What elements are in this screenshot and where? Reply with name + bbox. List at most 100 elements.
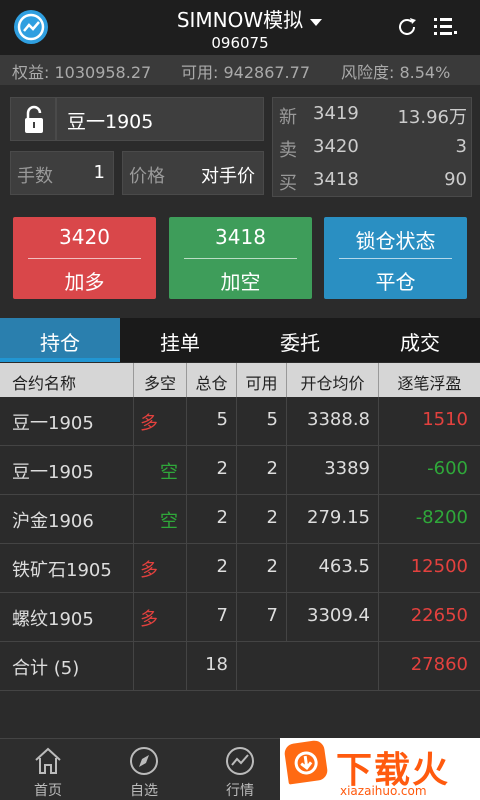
- table-cell-side: 空: [134, 446, 187, 494]
- table-row[interactable]: 豆一1905 多 5 5 3388.8 1510: [0, 397, 480, 446]
- page-title: SIMNOW模拟: [176, 8, 304, 32]
- table-cell-avg: 3389: [287, 446, 379, 494]
- quote-row-bid: 买 3418 90: [279, 166, 469, 196]
- col-side[interactable]: 多空: [134, 363, 187, 397]
- table-row[interactable]: 铁矿石1905 多 2 2 463.5 12500: [0, 544, 480, 593]
- tab-orders[interactable]: 委托: [240, 318, 360, 362]
- table-cell-total: 2: [187, 495, 237, 543]
- quote-label: 卖: [279, 140, 297, 161]
- buy-long-price: 3420: [59, 225, 110, 249]
- watermark: 下载火 xiazaihuo.com: [280, 738, 480, 800]
- table-cell-avail: 7: [237, 593, 287, 641]
- trend-logo-icon[interactable]: [14, 10, 48, 44]
- price-value: 对手价: [201, 166, 255, 187]
- table-row[interactable]: 螺纹1905 多 7 7 3309.4 22650: [0, 593, 480, 642]
- nav-watchlist-label: 自选: [130, 783, 158, 799]
- tab-pending[interactable]: 挂单: [120, 318, 240, 362]
- nav-home-label: 首页: [34, 783, 62, 799]
- table-cell-avg: 463.5: [287, 544, 379, 592]
- table-cell-name: 沪金1906: [0, 495, 134, 543]
- table-cell-avg: 3388.8: [287, 397, 379, 445]
- table-cell-avail: 2: [237, 446, 287, 494]
- nav-market-label: 行情: [226, 783, 254, 799]
- menu-list-icon[interactable]: [432, 15, 458, 39]
- table-cell-avg: 279.15: [287, 495, 379, 543]
- lock-button[interactable]: [10, 97, 56, 141]
- table-cell-side: 多: [134, 397, 187, 445]
- col-avg-price[interactable]: 开仓均价: [287, 363, 379, 397]
- risk-value: 风险度: 8.54%: [341, 63, 451, 82]
- quote-label: 买: [279, 173, 297, 194]
- watermark-logo-icon: [283, 739, 329, 785]
- nav-watchlist[interactable]: 自选: [96, 739, 192, 800]
- summary-cell-empty: [134, 642, 187, 690]
- table-cell-avail: 2: [237, 544, 287, 592]
- col-float-pnl[interactable]: 逐笔浮盈: [379, 363, 480, 397]
- quote-price: 3418: [313, 169, 359, 190]
- compass-icon: [130, 747, 158, 775]
- table-cell-name: 螺纹1905: [0, 593, 134, 641]
- nav-home[interactable]: 首页: [0, 739, 96, 800]
- quote-volume: 90: [444, 169, 467, 190]
- table-cell-avail: 2: [237, 495, 287, 543]
- table-cell-avg: 3309.4: [287, 593, 379, 641]
- available-value: 可用: 942867.77: [181, 63, 311, 82]
- nav-market[interactable]: 行情: [192, 739, 288, 800]
- summary-cell-empty: [237, 642, 379, 690]
- tab-active-indicator: [0, 358, 120, 362]
- equity-value: 权益: 1030958.27: [12, 63, 152, 82]
- table-cell-avail: 5: [237, 397, 287, 445]
- contract-input[interactable]: 豆一1905: [56, 97, 264, 141]
- chart-icon: [226, 747, 254, 775]
- summary-cell-name: 合计 (5): [0, 642, 134, 690]
- col-available[interactable]: 可用: [237, 363, 287, 397]
- account-number: 096075: [211, 34, 269, 52]
- table-row[interactable]: 沪金1906 空 2 2 279.15 -8200: [0, 495, 480, 544]
- table-cell-pnl: 22650: [410, 605, 468, 626]
- summary-cell-pnl: 27860: [410, 654, 468, 675]
- table-cell-side: 多: [134, 544, 187, 592]
- tab-bar: 持仓 挂单 委托 成交: [0, 318, 480, 362]
- quote-volume: 13.96万: [397, 107, 467, 128]
- tab-positions[interactable]: 持仓: [0, 318, 120, 362]
- buy-long-button[interactable]: 3420 加多: [13, 217, 156, 299]
- table-cell-total: 2: [187, 544, 237, 592]
- quantity-field[interactable]: 手数 1: [10, 151, 114, 195]
- account-info-bar: 权益: 1030958.27 可用: 942867.77 风险度: 8.54%: [0, 55, 480, 85]
- home-icon: [35, 747, 61, 774]
- header-bar: SIMNOW模拟 096075: [0, 0, 480, 55]
- col-contract[interactable]: 合约名称: [0, 363, 134, 397]
- table-cell-total: 2: [187, 446, 237, 494]
- col-total[interactable]: 总仓: [187, 363, 237, 397]
- sell-short-button[interactable]: 3418 加空: [169, 217, 312, 299]
- table-cell-total: 5: [187, 397, 237, 445]
- refresh-icon[interactable]: [395, 15, 419, 39]
- quote-price: 3419: [313, 103, 359, 124]
- sell-short-price: 3418: [215, 225, 266, 249]
- buy-long-label: 加多: [64, 270, 105, 294]
- account-selector[interactable]: SIMNOW模拟 096075: [150, 4, 330, 52]
- price-field[interactable]: 价格 对手价: [122, 151, 264, 195]
- table-cell-name: 豆一1905: [0, 446, 134, 494]
- quote-volume: 3: [455, 136, 467, 157]
- table-row[interactable]: 豆一1905 空 2 2 3389 -600: [0, 446, 480, 495]
- tab-trades[interactable]: 成交: [360, 318, 480, 362]
- quote-price: 3420: [313, 136, 359, 157]
- table-cell-side: 多: [134, 593, 187, 641]
- price-label: 价格: [129, 166, 165, 187]
- summary-cell-total: 18: [187, 642, 237, 690]
- close-position-button[interactable]: 锁仓状态 平仓: [324, 217, 467, 299]
- table-cell-total: 7: [187, 593, 237, 641]
- table-cell-side: 空: [134, 495, 187, 543]
- watermark-url: xiazaihuo.com: [340, 784, 427, 798]
- lock-status-label: 锁仓状态: [355, 229, 436, 253]
- unlock-icon: [25, 105, 43, 133]
- quote-label: 新: [279, 107, 297, 128]
- table-cell-pnl: -8200: [415, 507, 468, 528]
- quantity-label: 手数: [17, 166, 53, 187]
- quote-panel: 新 3419 13.96万 卖 3420 3 买 3418 90: [272, 97, 472, 197]
- positions-table-header: 合约名称 多空 总仓 可用 开仓均价 逐笔浮盈: [0, 363, 480, 397]
- table-cell-pnl: 12500: [410, 556, 468, 577]
- app-root: SIMNOW模拟 096075 权益: 1030958.27 可用: 94286…: [0, 0, 480, 800]
- table-summary-row: 合计 (5) 18 27860: [0, 642, 480, 691]
